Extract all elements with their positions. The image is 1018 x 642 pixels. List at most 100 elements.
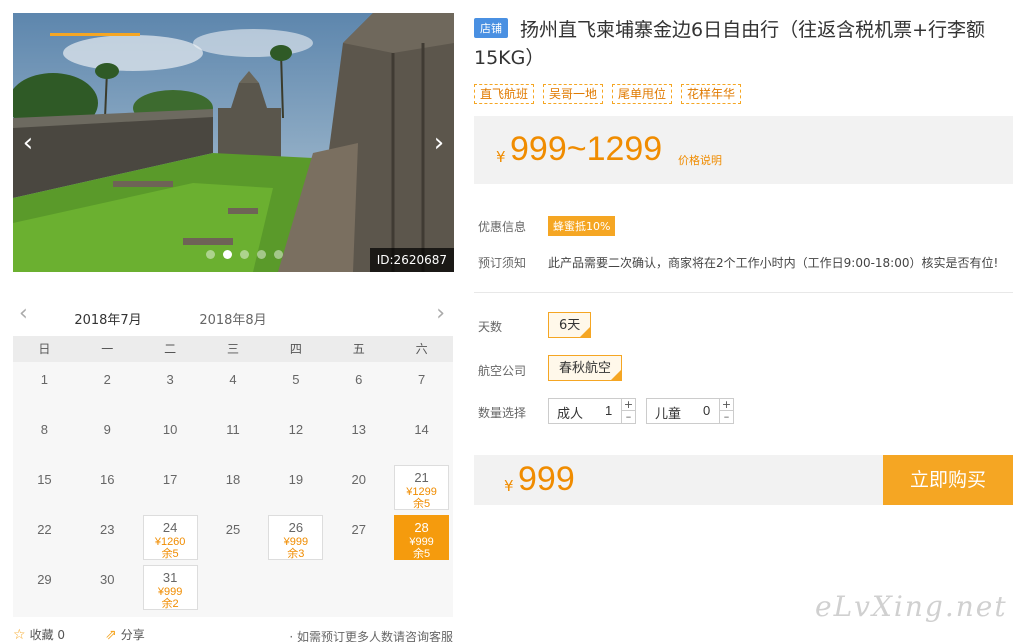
tab-month-july[interactable]: 2018年7月 <box>63 309 153 328</box>
child-decrement-button[interactable]: – <box>720 411 733 423</box>
day-number: 4 <box>229 372 237 387</box>
day-number: 21 <box>414 470 429 485</box>
day-number: 2 <box>103 372 111 387</box>
gallery-dot[interactable] <box>206 250 215 259</box>
airline-label: 航空公司 <box>478 364 527 378</box>
child-count[interactable]: 0 <box>703 403 710 418</box>
temple-photo <box>13 13 454 272</box>
calendar-prev-icon[interactable]: ‹ <box>19 303 28 325</box>
tag[interactable]: 花样年华 <box>681 84 742 104</box>
day-number: 20 <box>351 472 366 487</box>
adult-decrement-button[interactable]: – <box>622 411 635 423</box>
days-label: 天数 <box>478 320 503 334</box>
calendar-day: 16 <box>76 462 139 512</box>
day-number: 10 <box>162 422 178 437</box>
divider <box>474 292 1013 293</box>
gallery-dots <box>206 250 283 259</box>
day-price: ¥999 <box>409 536 434 548</box>
product-tags: 直飞航班 吴哥一地 尾单甩位 花样年华 <box>474 84 742 104</box>
day-number: 14 <box>414 422 429 437</box>
day-price: ¥999 <box>157 586 183 598</box>
day-number: 27 <box>351 522 366 537</box>
gallery-dot[interactable] <box>257 250 266 259</box>
gallery-next-button[interactable]: › <box>428 129 450 157</box>
calendar-day[interactable]: 24 ¥1260 余5 <box>142 515 198 560</box>
calendar-day: 10 <box>139 412 202 462</box>
day-number: 26 <box>288 520 304 535</box>
calendar-day: 23 <box>76 512 139 562</box>
favorite-label: 收藏 <box>29 628 54 642</box>
calendar-day: 18 <box>202 462 265 512</box>
day-number: 31 <box>162 570 178 585</box>
total-price: 999 <box>518 460 575 498</box>
gallery-prev-button[interactable]: ‹ <box>17 129 39 157</box>
day-number: 7 <box>417 372 426 387</box>
gallery-dot[interactable] <box>274 250 283 259</box>
calendar-next-icon[interactable]: › <box>436 303 445 325</box>
day-price: ¥1260 <box>154 536 186 548</box>
tag[interactable]: 尾单甩位 <box>612 84 673 104</box>
calendar-day: 22 <box>13 512 76 562</box>
calendar-day: 2 <box>76 362 139 412</box>
weekday-label: 三 <box>226 342 239 356</box>
gallery-dot-active[interactable] <box>223 250 232 259</box>
image-id-label: ID:2620687 <box>369 248 454 272</box>
day-stock: 余2 <box>161 598 179 610</box>
day-number: 12 <box>288 422 304 437</box>
calendar-day[interactable]: 21 ¥1299 余5 <box>394 465 449 510</box>
day-number: 29 <box>37 572 52 587</box>
day-number: 25 <box>225 522 241 537</box>
calendar-day: 14 <box>390 412 453 462</box>
tag[interactable]: 吴哥一地 <box>543 84 604 104</box>
gallery-dot[interactable] <box>240 250 249 259</box>
day-number: 22 <box>37 522 52 537</box>
tab-month-august[interactable]: 2018年8月 <box>188 309 278 328</box>
calendar-day: 20 <box>327 462 390 512</box>
child-stepper-buttons: + – <box>719 399 733 423</box>
notice-text: 此产品需要二次确认，商家将在2个工作小时内（工作日9:00-18:00）核实是否… <box>548 256 999 270</box>
calendar-day[interactable]: 31 ¥999 余2 <box>142 565 198 610</box>
day-number: 19 <box>288 472 304 487</box>
favorite-button[interactable]: ☆ 收藏 0 <box>13 626 65 642</box>
adult-stepper-buttons: + – <box>621 399 635 423</box>
adult-label: 成人 <box>557 407 584 422</box>
airline-option[interactable]: 春秋航空 <box>548 355 623 381</box>
calendar-day: 17 <box>139 462 202 512</box>
weekday-label: 二 <box>164 342 177 356</box>
calendar-day: 19 <box>264 462 327 512</box>
tag[interactable]: 直飞航班 <box>474 84 535 104</box>
days-option-6[interactable]: 6天 <box>548 312 592 338</box>
weekday-label: 六 <box>415 342 428 356</box>
calendar-day: 25 <box>202 512 265 562</box>
price-currency: ¥ <box>496 148 506 166</box>
day-number: 18 <box>225 472 241 487</box>
share-button[interactable]: ⇗ 分享 <box>105 626 145 642</box>
calendar-weekdays: 日 一 二 三 四 五 六 <box>13 336 453 362</box>
calendar-day[interactable]: 26 ¥999 余3 <box>268 515 324 560</box>
discount-badge: 蜂蜜抵10% <box>548 216 616 236</box>
favorite-count: 0 <box>57 628 66 642</box>
adult-count[interactable]: 1 <box>605 403 612 418</box>
calendar-day[interactable]: 28 ¥999 余5 <box>394 515 449 560</box>
weekday-label: 日 <box>38 342 51 356</box>
contact-note: · 如需预订更多人数请咨询客服 <box>289 630 453 642</box>
calendar-day: 13 <box>327 412 390 462</box>
child-quantity-stepper: 儿童 0 + – <box>646 398 734 424</box>
day-stock: 余5 <box>413 548 431 560</box>
calendar-day: 9 <box>76 412 139 462</box>
day-number: 23 <box>100 522 115 537</box>
site-watermark: eLvXing.net <box>815 590 1008 623</box>
price-explain-link[interactable]: 价格说明 <box>678 152 722 168</box>
calendar-day: 4 <box>202 362 265 412</box>
product-title: 扬州直飞柬埔寨金边6日自由行（往返含税机票+行李额15KG） <box>474 19 986 69</box>
price-range-box: ¥ 999~1299 价格说明 <box>474 116 1013 184</box>
day-stock: 余5 <box>413 498 431 510</box>
notice-label: 预订须知 <box>478 256 527 270</box>
day-number: 6 <box>355 372 363 387</box>
price-range: 999~1299 <box>510 130 663 168</box>
day-number: 5 <box>292 372 300 387</box>
day-number: 24 <box>162 520 178 535</box>
calendar-day: 7 <box>390 362 453 412</box>
buy-now-button[interactable]: 立即购买 <box>883 455 1013 505</box>
shop-badge: 店铺 <box>474 18 508 38</box>
